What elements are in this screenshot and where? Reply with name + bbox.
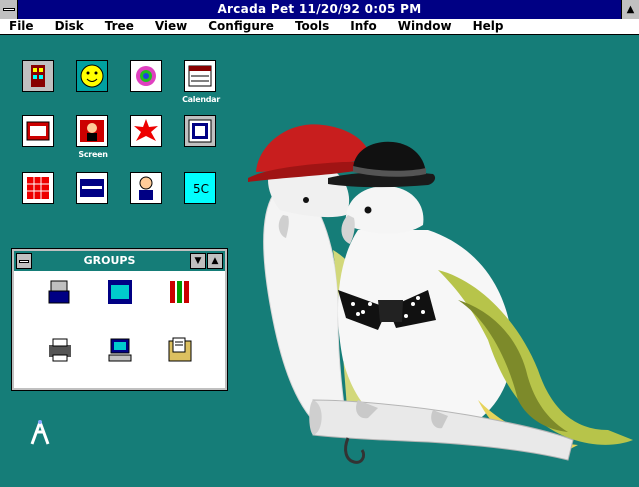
- menu-help[interactable]: Help: [473, 19, 504, 34]
- antenna-icon: [24, 418, 56, 450]
- groups-maximize-button[interactable]: ▲: [207, 253, 223, 269]
- desktop-icon-10[interactable]: [66, 172, 121, 226]
- user-figure-icon: [130, 172, 162, 204]
- groups-minimize-button[interactable]: ▼: [190, 253, 206, 269]
- menu-configure[interactable]: Configure: [208, 19, 274, 34]
- menu-tools[interactable]: Tools: [295, 19, 329, 34]
- red-grid-icon: [22, 172, 54, 204]
- groups-title: GROUPS: [83, 254, 136, 267]
- printer-icon: [45, 335, 75, 365]
- groups-window[interactable]: GROUPS ▼ ▲: [12, 249, 227, 390]
- menu-bar: File Disk Tree View Configure Tools Info…: [0, 19, 639, 35]
- desktop-icon-11[interactable]: [120, 172, 175, 226]
- up-arrow-icon: ▲: [211, 256, 219, 266]
- menu-view[interactable]: View: [155, 19, 187, 34]
- desktop-icon-8[interactable]: [174, 115, 229, 169]
- games-bars-icon: [165, 277, 195, 307]
- blue-window-icon: [76, 172, 108, 204]
- group-item-5[interactable]: [96, 335, 146, 385]
- tools-stack-icon: [45, 277, 75, 307]
- system-menu-icon: [3, 8, 15, 11]
- desktop-icon-9[interactable]: [12, 172, 67, 226]
- desktop-icon-12[interactable]: 5C: [174, 172, 229, 226]
- menu-file[interactable]: File: [9, 19, 34, 34]
- group-item-6[interactable]: [156, 335, 206, 385]
- calendar-icon: [184, 60, 216, 92]
- up-arrow-icon: ▲: [626, 4, 635, 15]
- cyan-card-icon: 5C: [184, 172, 216, 204]
- colorful-disk-icon: [130, 60, 162, 92]
- desktop-icon-label: Screen: [78, 150, 108, 159]
- smiley-face-icon: [76, 60, 108, 92]
- down-arrow-icon: ▼: [194, 256, 202, 266]
- group-item-4[interactable]: [36, 335, 86, 385]
- menu-tree[interactable]: Tree: [105, 19, 134, 34]
- system-menu-icon: [19, 260, 29, 263]
- red-window-icon: [22, 115, 54, 147]
- title-bar[interactable]: Arcada Pet 11/20/92 0:05 PM ▲: [0, 0, 639, 19]
- groups-title-bar[interactable]: GROUPS ▼ ▲: [14, 251, 225, 271]
- desktop-icon-2[interactable]: [66, 60, 121, 114]
- desktop: Arcada Pet 11/20/92 0:05 PM ▲ File Disk …: [0, 0, 639, 487]
- menu-info[interactable]: Info: [350, 19, 376, 34]
- desktop-icon-6[interactable]: Screen: [66, 115, 121, 169]
- accessories-icon: [105, 277, 135, 307]
- groups-system-menu-button[interactable]: [16, 253, 32, 269]
- system-menu-button[interactable]: [0, 0, 18, 19]
- desktop-icon-1[interactable]: [12, 60, 67, 114]
- menu-disk[interactable]: Disk: [55, 19, 84, 34]
- screen-figure-icon: [76, 115, 108, 147]
- desktop-icon-4[interactable]: Calendar: [174, 60, 229, 114]
- parrots-wallpaper: [228, 100, 639, 487]
- menu-window[interactable]: Window: [398, 19, 452, 34]
- window-title: Arcada Pet 11/20/92 0:05 PM: [217, 2, 422, 16]
- svg-text:5C: 5C: [193, 182, 209, 196]
- desktop-icon-label: Calendar: [182, 95, 220, 104]
- desktop-icon-5[interactable]: [12, 115, 67, 169]
- desktop-icon-bottom[interactable]: [14, 418, 69, 472]
- folder-document-icon: [165, 335, 195, 365]
- framed-window-icon: [184, 115, 216, 147]
- desktop-icon-7[interactable]: [120, 115, 175, 169]
- group-item-3[interactable]: [156, 277, 206, 327]
- parrots-image: [248, 124, 633, 464]
- group-item-2[interactable]: [96, 277, 146, 327]
- maximize-button[interactable]: ▲: [621, 0, 639, 19]
- red-burst-icon: [130, 115, 162, 147]
- building-icon: [22, 60, 54, 92]
- group-item-1[interactable]: [36, 277, 86, 327]
- desktop-computer-icon: [105, 335, 135, 365]
- desktop-icon-3[interactable]: [120, 60, 175, 114]
